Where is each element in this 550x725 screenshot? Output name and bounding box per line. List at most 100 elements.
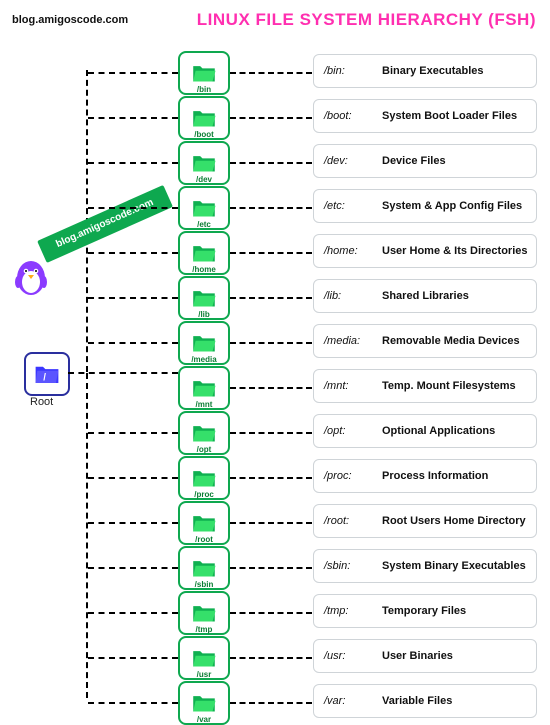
desc-card: /tmp:Temporary Files bbox=[313, 594, 537, 628]
desc-value: System Binary Executables bbox=[382, 560, 526, 572]
desc-card: /proc:Process Information bbox=[313, 459, 537, 493]
desc-card: /sbin:System Binary Executables bbox=[313, 549, 537, 583]
desc-key: /home: bbox=[314, 245, 382, 257]
branch-connector bbox=[88, 117, 178, 119]
dir-row-etc: /etc/etc:System & App Config Files bbox=[0, 183, 550, 228]
desc-card: /boot:System Boot Loader Files bbox=[313, 99, 537, 133]
desc-card: /dev:Device Files bbox=[313, 144, 537, 178]
desc-card: /mnt:Temp. Mount Filesystems bbox=[313, 369, 537, 403]
dir-row-home: /home/home:User Home & Its Directories bbox=[0, 228, 550, 273]
desc-key: /root: bbox=[314, 515, 382, 527]
dir-node: /dev bbox=[178, 141, 230, 185]
dir-node: /proc bbox=[178, 456, 230, 500]
branch-connector bbox=[88, 702, 178, 704]
desc-connector bbox=[230, 72, 312, 74]
desc-key: /media: bbox=[314, 335, 382, 347]
desc-key: /bin: bbox=[314, 65, 382, 77]
branch-connector bbox=[88, 342, 178, 344]
page-title: LINUX FILE SYSTEM HIERARCHY (FSH) bbox=[197, 10, 536, 30]
dir-row-media: /media/media:Removable Media Devices bbox=[0, 318, 550, 363]
dir-row-usr: /usr/usr:User Binaries bbox=[0, 633, 550, 678]
dir-row-sbin: /sbin/sbin:System Binary Executables bbox=[0, 543, 550, 588]
dir-row-dev: /dev/dev:Device Files bbox=[0, 138, 550, 183]
desc-card: /lib:Shared Libraries bbox=[313, 279, 537, 313]
branch-connector bbox=[88, 657, 178, 659]
desc-value: Binary Executables bbox=[382, 65, 484, 77]
desc-value: System & App Config Files bbox=[382, 200, 522, 212]
dir-node: /sbin bbox=[178, 546, 230, 590]
dir-row-root: /root/root:Root Users Home Directory bbox=[0, 498, 550, 543]
desc-card: /opt:Optional Applications bbox=[313, 414, 537, 448]
dir-node: /home bbox=[178, 231, 230, 275]
desc-card: /usr:User Binaries bbox=[313, 639, 537, 673]
desc-value: System Boot Loader Files bbox=[382, 110, 517, 122]
branch-connector bbox=[88, 567, 178, 569]
dir-row-var: /var/var:Variable Files bbox=[0, 678, 550, 723]
desc-value: Temp. Mount Filesystems bbox=[382, 380, 516, 392]
dir-node: /var bbox=[178, 681, 230, 725]
branch-connector bbox=[88, 612, 178, 614]
desc-card: /home:User Home & Its Directories bbox=[313, 234, 537, 268]
desc-connector bbox=[230, 567, 312, 569]
dir-node: /mnt bbox=[178, 366, 230, 410]
branch-connector bbox=[88, 432, 178, 434]
branch-connector bbox=[88, 72, 178, 74]
desc-key: /boot: bbox=[314, 110, 382, 122]
desc-card: /bin:Binary Executables bbox=[313, 54, 537, 88]
desc-connector bbox=[230, 252, 312, 254]
dir-node: /bin bbox=[178, 51, 230, 95]
desc-value: Root Users Home Directory bbox=[382, 515, 526, 527]
desc-key: /opt: bbox=[314, 425, 382, 437]
dir-node: /etc bbox=[178, 186, 230, 230]
dir-node: /lib bbox=[178, 276, 230, 320]
desc-connector bbox=[230, 432, 312, 434]
dir-row-opt: /opt/opt:Optional Applications bbox=[0, 408, 550, 453]
dir-row-boot: /boot/boot:System Boot Loader Files bbox=[0, 93, 550, 138]
branch-connector bbox=[88, 252, 178, 254]
dir-node: /opt bbox=[178, 411, 230, 455]
desc-connector bbox=[230, 207, 312, 209]
branch-connector bbox=[88, 297, 178, 299]
desc-connector bbox=[230, 297, 312, 299]
desc-value: Variable Files bbox=[382, 695, 452, 707]
desc-card: /var:Variable Files bbox=[313, 684, 537, 718]
desc-key: /sbin: bbox=[314, 560, 382, 572]
desc-value: Process Information bbox=[382, 470, 488, 482]
desc-card: /media:Removable Media Devices bbox=[313, 324, 537, 358]
dir-node: /media bbox=[178, 321, 230, 365]
dir-name: /var bbox=[180, 715, 228, 724]
desc-key: /lib: bbox=[314, 290, 382, 302]
dir-row-proc: /proc/proc:Process Information bbox=[0, 453, 550, 498]
dir-row-mnt: /mnt/mnt:Temp. Mount Filesystems bbox=[0, 363, 550, 408]
desc-connector bbox=[230, 342, 312, 344]
branch-connector bbox=[88, 207, 178, 209]
dir-row-bin: /bin/bin:Binary Executables bbox=[0, 48, 550, 93]
desc-value: User Home & Its Directories bbox=[382, 245, 528, 257]
desc-key: /tmp: bbox=[314, 605, 382, 617]
desc-value: Removable Media Devices bbox=[382, 335, 520, 347]
desc-key: /mnt: bbox=[314, 380, 382, 392]
desc-connector bbox=[230, 387, 312, 389]
desc-connector bbox=[230, 657, 312, 659]
desc-connector bbox=[230, 117, 312, 119]
desc-value: Optional Applications bbox=[382, 425, 495, 437]
dir-node: /root bbox=[178, 501, 230, 545]
desc-value: Temporary Files bbox=[382, 605, 466, 617]
desc-value: Device Files bbox=[382, 155, 446, 167]
desc-connector bbox=[230, 522, 312, 524]
desc-key: /proc: bbox=[314, 470, 382, 482]
branch-connector bbox=[88, 162, 178, 164]
desc-connector bbox=[230, 612, 312, 614]
dir-node: /tmp bbox=[178, 591, 230, 635]
site-url: blog.amigoscode.com bbox=[12, 14, 128, 26]
desc-key: /var: bbox=[314, 695, 382, 707]
branch-connector bbox=[88, 477, 178, 479]
dir-node: /boot bbox=[178, 96, 230, 140]
desc-card: /etc:System & App Config Files bbox=[313, 189, 537, 223]
desc-key: /dev: bbox=[314, 155, 382, 167]
desc-value: User Binaries bbox=[382, 650, 453, 662]
desc-connector bbox=[230, 477, 312, 479]
dir-row-tmp: /tmp/tmp:Temporary Files bbox=[0, 588, 550, 633]
branch-connector bbox=[88, 522, 178, 524]
dir-node: /usr bbox=[178, 636, 230, 680]
